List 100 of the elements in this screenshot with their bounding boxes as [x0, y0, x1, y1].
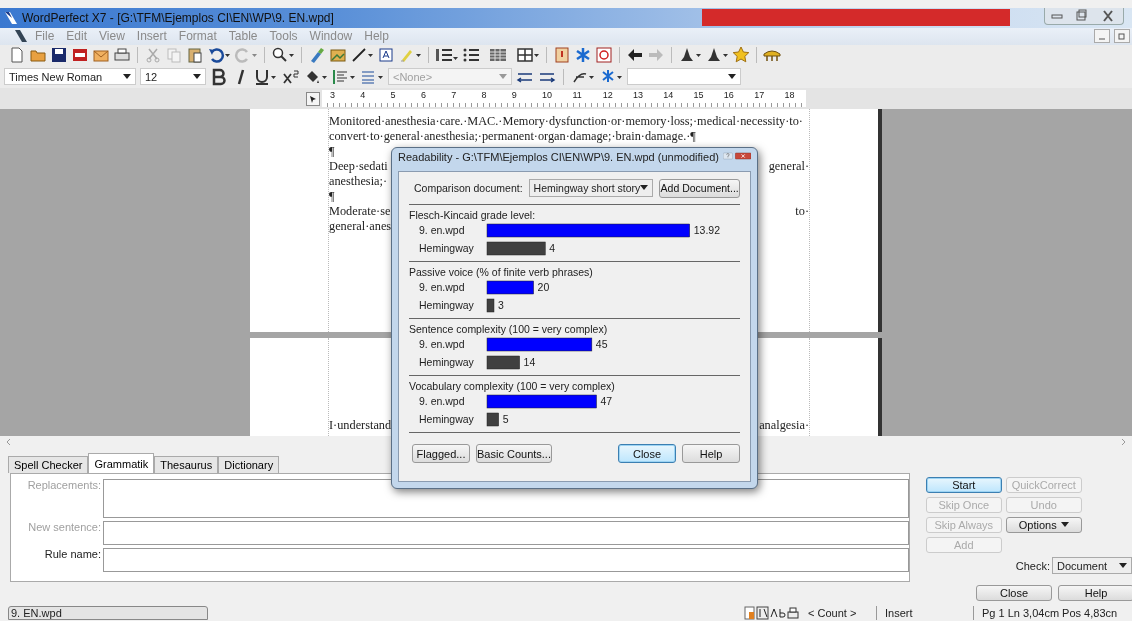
ruler-number: 5: [390, 90, 397, 103]
field-label: Replacements:: [26, 479, 102, 494]
document-tab[interactable]: 9. EN.wpd: [8, 605, 208, 620]
star-icon[interactable]: [732, 46, 750, 65]
caret-icon: [640, 185, 649, 191]
category-label: Hemingway: [419, 299, 474, 311]
chart-title: Flesch-Kincaid grade level:: [409, 209, 537, 221]
ruler-number: 4: [360, 90, 367, 103]
caret-icon: [728, 73, 736, 80]
panel-tab[interactable]: Spell Checker: [8, 456, 89, 474]
ruler-number: 18: [784, 90, 796, 103]
document-text: ¶: [329, 144, 335, 160]
field-label: Rule name:: [43, 548, 102, 563]
value-label: 5: [502, 413, 509, 425]
ruler-number: 16: [723, 90, 735, 103]
ruler-number: 14: [663, 90, 675, 103]
window-title: WordPerfect X7 - [G:\TFM\Ejemplos CI\EN\WP\9. EN.wpd]: [22, 10, 334, 25]
document-text: I·understand: [329, 418, 392, 434]
ruler-number: 10: [542, 90, 554, 103]
action-button[interactable]: Help: [1058, 585, 1132, 602]
caret-icon: [1119, 562, 1127, 569]
ruler-number: 3: [330, 90, 336, 103]
app-logo-icon: [4, 10, 18, 25]
undo-icon[interactable]: [207, 46, 231, 65]
panel-tab[interactable]: Thesaurus: [154, 456, 219, 474]
insert-mode[interactable]: Insert: [885, 606, 965, 619]
category-label: Hemingway: [419, 356, 474, 368]
ruler-number: 12: [602, 90, 614, 103]
asterisk-icon[interactable]: [574, 46, 592, 65]
add-document-button[interactable]: Add Document...: [659, 178, 740, 198]
dialog-button[interactable]: Basic Counts...: [476, 444, 552, 463]
dialog-button[interactable]: Close: [618, 444, 676, 463]
chart-title: Sentence complexity (100 = very complex): [409, 323, 609, 335]
document-text: Moderate·se: [329, 204, 391, 220]
document-text: general·anes: [329, 219, 392, 235]
ruler[interactable]: 3 4 5 6 7 8 9 10 11 12 13 14 15 16 17 18: [322, 90, 806, 108]
caret-icon: [193, 73, 201, 80]
font-size-dropdown[interactable]: 12: [140, 68, 206, 86]
ruler-number: 9: [511, 90, 518, 103]
status-icons-drawing[interactable]: [744, 605, 800, 620]
ruler-toggle-icon[interactable]: [306, 91, 320, 106]
field-label: New sentence:: [27, 521, 102, 536]
panel-tab[interactable]: Grammatik: [88, 453, 155, 474]
bold-icon[interactable]: [210, 67, 228, 86]
value-label: 47: [600, 395, 613, 407]
category-label: Hemingway: [419, 242, 474, 254]
comparison-dropdown[interactable]: Hemingway short story: [528, 179, 654, 197]
text-field[interactable]: [103, 521, 909, 546]
ruler-number: 13: [632, 90, 644, 103]
document-text: Monitored·anesthesia·care.·MAC.·Memory·dysfunction·or·memory·loss;·medical·necessity·to·: [329, 114, 803, 130]
value-label: 13.92: [693, 224, 720, 236]
ruler-number: 15: [693, 90, 705, 103]
action-button[interactable]: Start: [925, 477, 1002, 494]
dialog-title: Readability - G:\TFM\Ejemplos CI\EN\WP\9. EN.wpd (unmodified): [398, 151, 719, 163]
ruler-number: 6: [420, 90, 427, 103]
count-label[interactable]: < Count >: [808, 606, 868, 619]
caret-icon: [499, 73, 507, 80]
value-label: 3: [498, 299, 504, 311]
document-text: analgesia·: [759, 418, 809, 434]
panel-tab[interactable]: Dictionary: [218, 456, 280, 474]
ruler-number: 7: [451, 90, 458, 103]
caret-icon: [123, 73, 131, 80]
document-text: Deep·sedati: [329, 159, 388, 175]
action-button[interactable]: Options: [1005, 517, 1082, 534]
text-field[interactable]: [103, 548, 909, 573]
document-text: convert·to·general·anesthesia;·permanent·organ·damage;·brain·damage.·¶: [329, 129, 696, 145]
category-label: 9. en.wpd: [419, 281, 465, 293]
brush-icon[interactable]: [308, 46, 326, 65]
new-document-icon[interactable]: [8, 46, 26, 65]
document-text: anesthesia;·: [329, 174, 388, 190]
underline-icon[interactable]: [254, 67, 278, 86]
document-text: ¶: [329, 189, 335, 205]
text-box-icon[interactable]: [377, 46, 395, 65]
document-text: general·: [768, 159, 809, 175]
chart-title: Passive voice (% of finite verb phrases): [409, 266, 594, 278]
category-label: Hemingway: [419, 413, 474, 425]
superscript-icon[interactable]: [282, 67, 300, 86]
paste-icon[interactable]: [186, 46, 204, 65]
dialog-button[interactable]: Help: [682, 444, 740, 463]
value-label: 45: [595, 338, 608, 350]
font-dropdown[interactable]: Times New Roman: [4, 68, 136, 86]
cursor-position: Pg 1 Ln 3,04cm Pos 4,83cn: [982, 606, 1119, 619]
chart-title: Vocabulary complexity (100 = very complex): [409, 380, 616, 392]
save-icon[interactable]: [50, 46, 68, 65]
image-icon[interactable]: [329, 46, 347, 65]
ruler-number: 8: [481, 90, 488, 103]
justify-icon[interactable]: [332, 67, 356, 86]
check-label: Check:: [1015, 559, 1050, 572]
value-label: 20: [537, 281, 550, 293]
check-dropdown[interactable]: Document: [1052, 557, 1132, 575]
ruler-number: 11: [572, 90, 583, 103]
dialog-button[interactable]: Flagged...: [412, 444, 470, 463]
ruler-number: 17: [754, 90, 766, 103]
category-label: 9. en.wpd: [419, 224, 465, 236]
comparison-label: Comparison document:: [414, 182, 523, 194]
table-icon[interactable]: [516, 46, 540, 65]
category-label: 9. en.wpd: [419, 395, 465, 407]
action-button[interactable]: Close: [976, 585, 1052, 602]
document-text: to·: [795, 204, 809, 220]
value-label: 14: [523, 356, 536, 368]
